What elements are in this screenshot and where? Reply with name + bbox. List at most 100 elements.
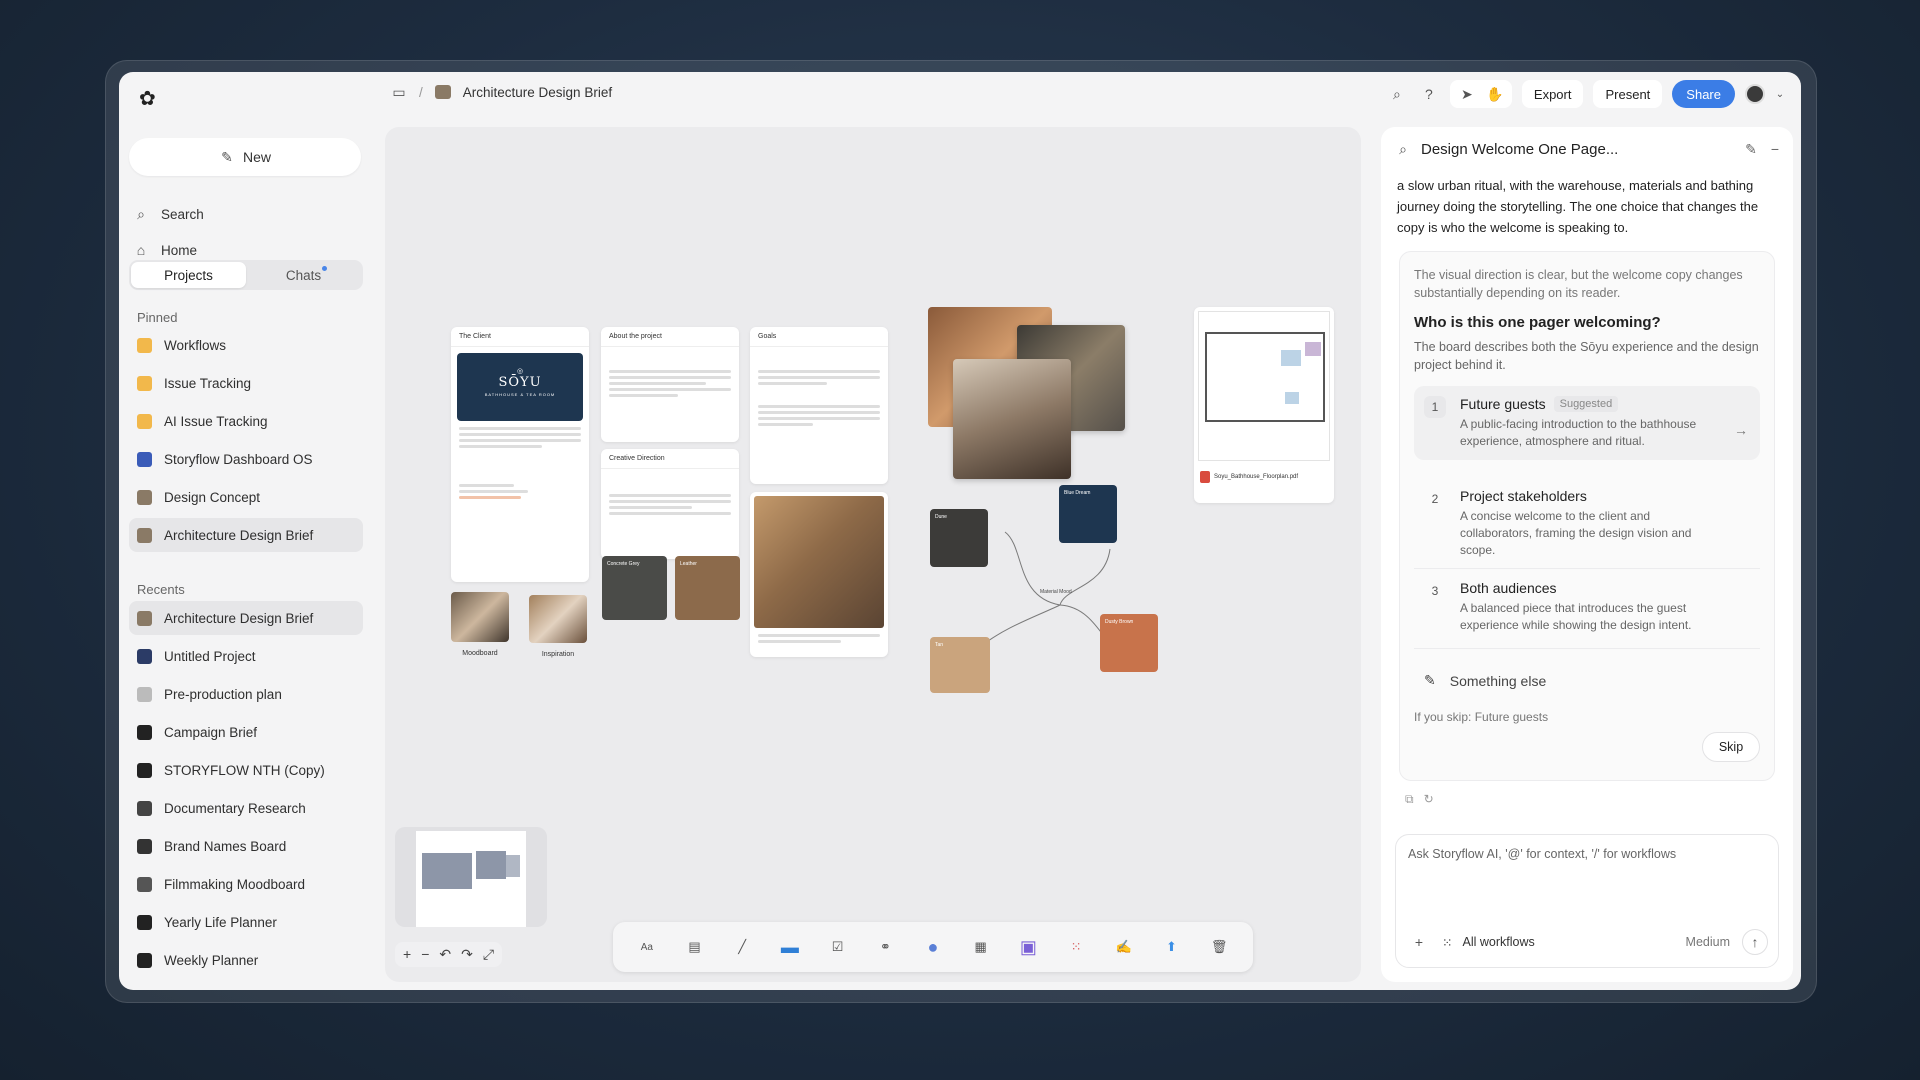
sidebar-item-pinned[interactable]: Architecture Design Brief [129,518,363,552]
card-tool-icon[interactable]: ▤ [681,933,709,961]
option-something-else[interactable]: ✎ Something else [1424,672,1546,689]
swatch-dusty-brown[interactable]: Dusty Brown [1100,614,1158,672]
image-tool-icon[interactable]: ▣ [1014,933,1042,961]
present-button[interactable]: Present [1593,80,1663,108]
help-icon[interactable]: ? [1418,83,1440,105]
zoom-in-icon[interactable]: + [403,946,411,963]
swatch-dune[interactable]: Dune [930,509,988,567]
sidebar-item-pinned[interactable]: Workflows [129,328,363,362]
composer-input[interactable]: Ask Storyflow AI, '@' for context, '/' f… [1408,847,1676,861]
sidebar-item-recent[interactable]: Untitled Project [129,639,363,673]
flower-logo-icon[interactable]: ✿ [139,88,161,110]
message-actions: ⧉ ↻ [1405,792,1434,807]
sidebar-item-pinned[interactable]: AI Issue Tracking [129,404,363,438]
chevron-down-icon[interactable]: ⌄ [1775,83,1785,105]
link-tool-icon[interactable]: ⚭ [871,933,899,961]
shape-tool-icon[interactable]: ● [919,933,947,961]
avatar[interactable] [1745,84,1765,104]
export-button[interactable]: Export [1521,80,1584,108]
hand-icon[interactable]: ✋ [1484,83,1506,105]
cursor-icon[interactable]: ➤ [1456,83,1478,105]
doc-title[interactable]: Architecture Design Brief [463,85,612,100]
sidebar-item-recent[interactable]: Weekly Planner [129,943,363,977]
sidebar-item-pinned[interactable]: Design Concept [129,480,363,514]
sidebar-item-recent[interactable]: Architecture Design Brief [129,601,363,635]
sidebar-item-recent[interactable]: Pre-production plan [129,677,363,711]
checklist-tool-icon[interactable]: ☑ [824,933,852,961]
option-both-audiences[interactable]: 3 Both audiences A balanced piece that i… [1414,570,1760,644]
search-icon[interactable]: ⌕ [1386,83,1408,105]
workflows-selector[interactable]: All workflows [1462,935,1534,949]
sidebar-item-recent[interactable]: STORYFLOW NTH (Copy) [129,753,363,787]
apps-tool-icon[interactable]: ⁙ [1062,933,1090,961]
sidebar-item-recent[interactable]: Documentary Research [129,791,363,825]
skip-button[interactable]: Skip [1702,732,1760,762]
table-tool-icon[interactable]: ▦ [967,933,995,961]
composer-controls: + ⁙ All workflows Medium ↑ [1406,929,1768,955]
new-button[interactable]: ✎ New [129,138,361,176]
sidebar-item-recent[interactable]: Brand Names Board [129,829,363,863]
moodboard-folder[interactable] [451,592,509,642]
sidebar-item-recent[interactable]: Campaign Brief [129,715,363,749]
line-tool-icon[interactable]: ╱ [728,933,756,961]
effort-selector[interactable]: Medium [1686,935,1730,949]
top-actions: ⌕ ? ➤ ✋ Export Present Share ⌄ [1386,80,1785,108]
search-icon[interactable]: ⌕ [1395,141,1411,158]
unread-dot [322,266,327,271]
new-chat-icon[interactable]: ✎ [1745,141,1757,158]
search-nav[interactable]: ⌕ Search [133,201,204,227]
text-line [459,433,581,436]
option-project-stakeholders[interactable]: 2 Project stakeholders A concise welcome… [1414,478,1760,569]
home-nav-label: Home [161,242,198,258]
fullscreen-icon[interactable]: ⤢ [483,946,494,963]
sidebar-item-recent[interactable]: Filmmaking Moodboard [129,867,363,901]
copy-icon[interactable]: ⧉ [1405,792,1414,807]
interior-photo-card[interactable] [750,492,888,657]
minimap-viewport [416,831,526,927]
text-line [758,423,814,426]
sidebar-item-pinned[interactable]: Issue Tracking [129,366,363,400]
sidebar-item-recent[interactable]: Yearly Life Planner [129,905,363,939]
folder-tool-icon[interactable]: ▬ [776,933,804,961]
folder-icon [137,337,152,353]
refresh-icon[interactable]: ↻ [1424,792,1434,807]
sidebar-toggle-icon[interactable]: ▭ [391,84,407,100]
brand-name: SŌYU [498,375,542,390]
sidebar-item-label: Storyflow Dashboard OS [164,451,313,467]
share-button[interactable]: Share [1672,80,1735,108]
floorplan-pdf-card[interactable]: Soyu_Bathhouse_Floorplan.pdf [1194,307,1334,503]
about-card[interactable]: About the project [601,327,739,442]
swatch-leather[interactable]: Leather [675,556,740,620]
redo-icon[interactable]: ↷ [461,946,473,963]
swatch-blue-dream[interactable]: Blue Dream [1059,485,1117,543]
chat-composer[interactable]: Ask Storyflow AI, '@' for context, '/' f… [1395,834,1779,968]
creative-direction-card[interactable]: Creative Direction [601,449,739,559]
board-canvas[interactable]: The Client ◎ SŌYU BATHHOUSE & TEA ROOM A… [385,127,1361,982]
swatch-concrete-grey[interactable]: Concrete Grey [602,556,667,620]
tab-chats[interactable]: Chats [246,262,361,288]
sidebar-item-pinned[interactable]: Storyflow Dashboard OS [129,442,363,476]
minimize-icon[interactable]: − [1771,141,1779,158]
client-card[interactable]: The Client ◎ SŌYU BATHHOUSE & TEA ROOM [451,327,589,582]
inspiration-label: Inspiration [541,651,575,658]
text-tool-icon[interactable]: Aa [633,933,661,961]
panel-actions: ✎ − [1745,141,1779,158]
goals-card[interactable]: Goals [750,327,888,484]
inspiration-folder[interactable] [529,595,587,643]
undo-icon[interactable]: ↶ [439,946,451,963]
draw-tool-icon[interactable]: ✍ [1110,933,1138,961]
canvas-toolbar: Aa ▤ ╱ ▬ ☑ ⚭ ● ▦ ▣ ⁙ ✍ ⬆ 🗑 [613,922,1253,972]
upload-tool-icon[interactable]: ⬆ [1157,933,1185,961]
material-node-label[interactable]: Material Mood [1040,589,1072,595]
option-future-guests[interactable]: 1 Future guests Suggested A public-facing… [1414,386,1760,460]
bath-photo-3[interactable] [953,359,1071,479]
trash-icon[interactable]: 🗑 [1205,933,1233,961]
add-icon[interactable]: + [1406,929,1432,955]
tab-projects[interactable]: Projects [131,262,246,288]
zoom-out-icon[interactable]: − [421,946,429,963]
send-arrow-icon[interactable]: ↑ [1742,929,1768,955]
minimap[interactable] [395,827,547,927]
swatch-tan[interactable]: Tan [930,637,990,693]
